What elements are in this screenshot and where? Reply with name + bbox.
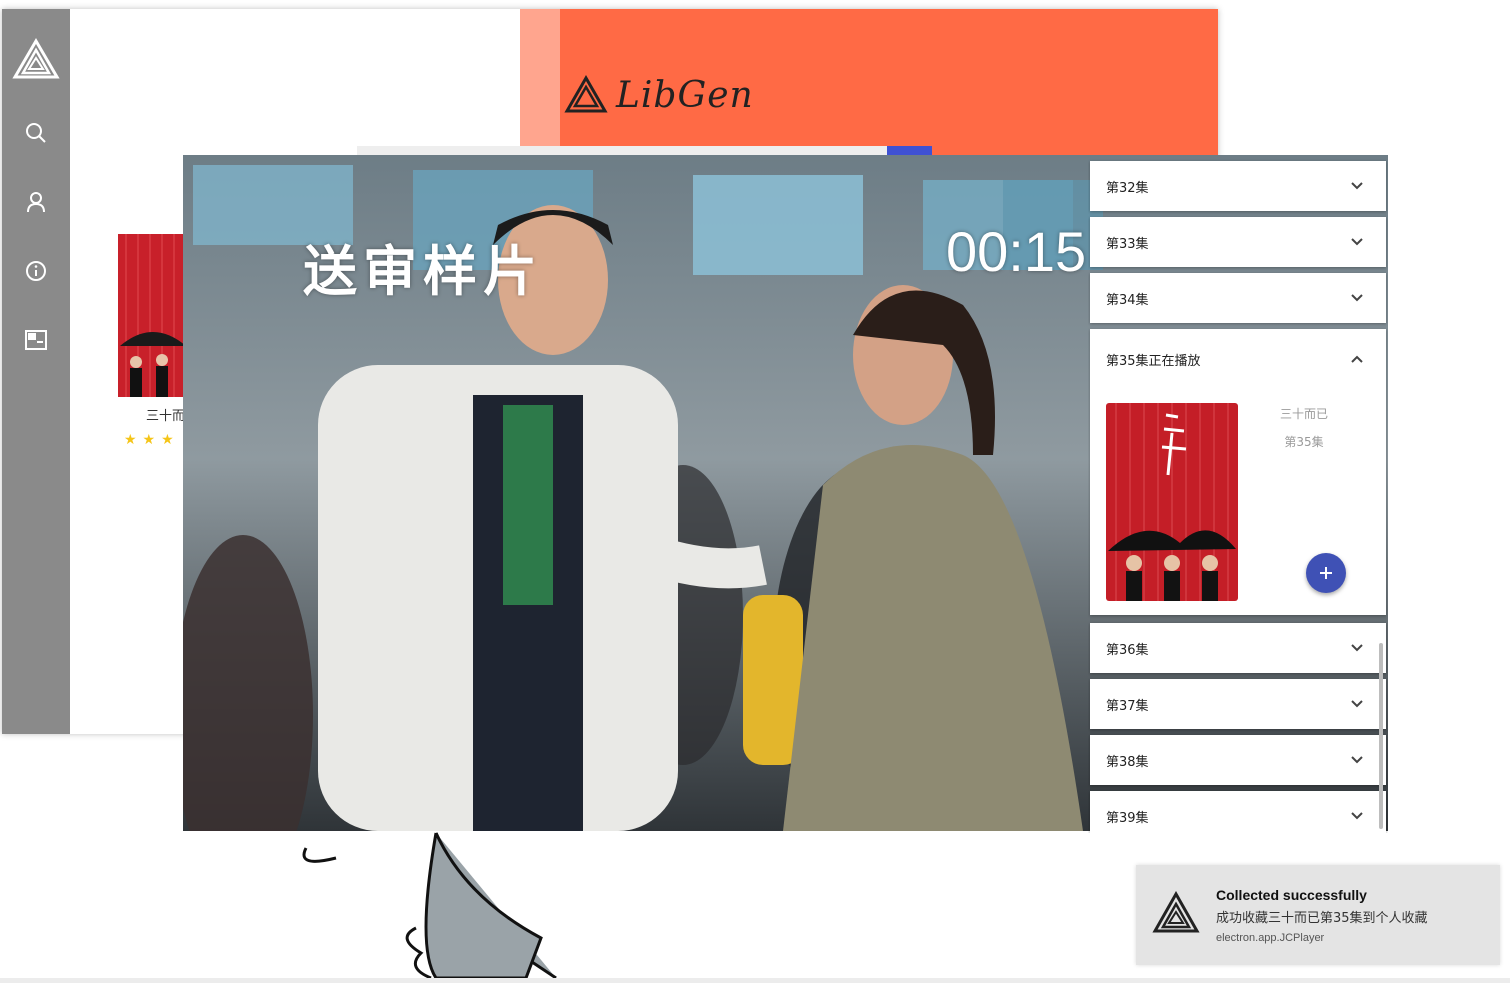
episode-label: 第33集 [1106,236,1149,252]
episode-item[interactable]: 第38集 [1090,735,1386,785]
toast-source: electron.app.JCPlayer [1216,932,1325,944]
brand-name: LibGen [616,75,754,116]
episode-item-current: 第35集正在播放 三十而已 第35集 [1090,329,1386,615]
show-card-poster[interactable] [118,234,188,397]
episode-item[interactable]: 第36集 [1090,623,1386,673]
picture-in-picture-icon[interactable] [21,325,51,355]
episode-number: 第35集 [1284,435,1324,449]
episode-label: 第32集 [1106,180,1149,196]
brand-logo-icon [564,74,608,119]
episode-poster [1106,403,1238,601]
episode-label: 第39集 [1106,810,1149,826]
chevron-down-icon [1350,809,1364,823]
chevron-down-icon [1350,291,1364,305]
info-icon[interactable] [21,256,51,286]
chevron-down-icon [1350,641,1364,655]
hero-highlight [520,9,560,159]
chevron-down-icon [1350,235,1364,249]
episode-label: 第37集 [1106,698,1149,714]
episode-label: 第34集 [1106,292,1149,308]
episode-item[interactable]: 第33集 [1090,217,1386,267]
chevron-down-icon [1350,697,1364,711]
add-to-favorites-button[interactable] [1306,553,1346,593]
app-logo-icon [1152,890,1200,939]
plus-icon [1320,567,1332,579]
taskbar-edge [0,978,1510,983]
chevron-down-icon [1350,179,1364,193]
episode-label: 第36集 [1106,642,1149,658]
video-watermark: 送审样片 [303,240,543,303]
episode-show-title: 三十而已 [1279,407,1328,421]
cartoon-doodle [296,828,576,982]
logo-icon[interactable] [12,37,60,81]
episode-item[interactable]: 第39集 [1090,791,1386,833]
toast-message: 成功收藏三十而已第35集到个人收藏 [1216,911,1428,926]
episode-list-scrollbar[interactable] [1379,643,1383,829]
video-timecode: 00:15 [946,220,1087,283]
hero-banner: LibGen [520,9,1218,159]
chevron-down-icon [1350,753,1364,767]
episode-item[interactable]: 第32集 [1090,161,1386,211]
episode-item[interactable]: 第37集 [1090,679,1386,729]
user-icon[interactable] [21,187,51,217]
sidebar [2,9,70,734]
episode-current-label: 第35集正在播放 [1106,353,1201,369]
notification-toast[interactable]: Collected successfully 成功收藏三十而已第35集到个人收藏… [1136,865,1500,965]
show-card-rating: ★★★ [124,432,180,448]
search-icon[interactable] [21,118,51,148]
episode-list: 第32集 第33集 第34集 第35集正在播放 三十而已 第35集 第36集 第… [1088,157,1388,833]
chevron-up-icon [1350,352,1364,366]
episode-current-header[interactable]: 第35集正在播放 [1090,329,1386,389]
show-card-title: 三十而 [146,409,186,424]
toast-title: Collected successfully [1216,887,1367,903]
episode-label: 第38集 [1106,754,1149,770]
episode-item[interactable]: 第34集 [1090,273,1386,323]
